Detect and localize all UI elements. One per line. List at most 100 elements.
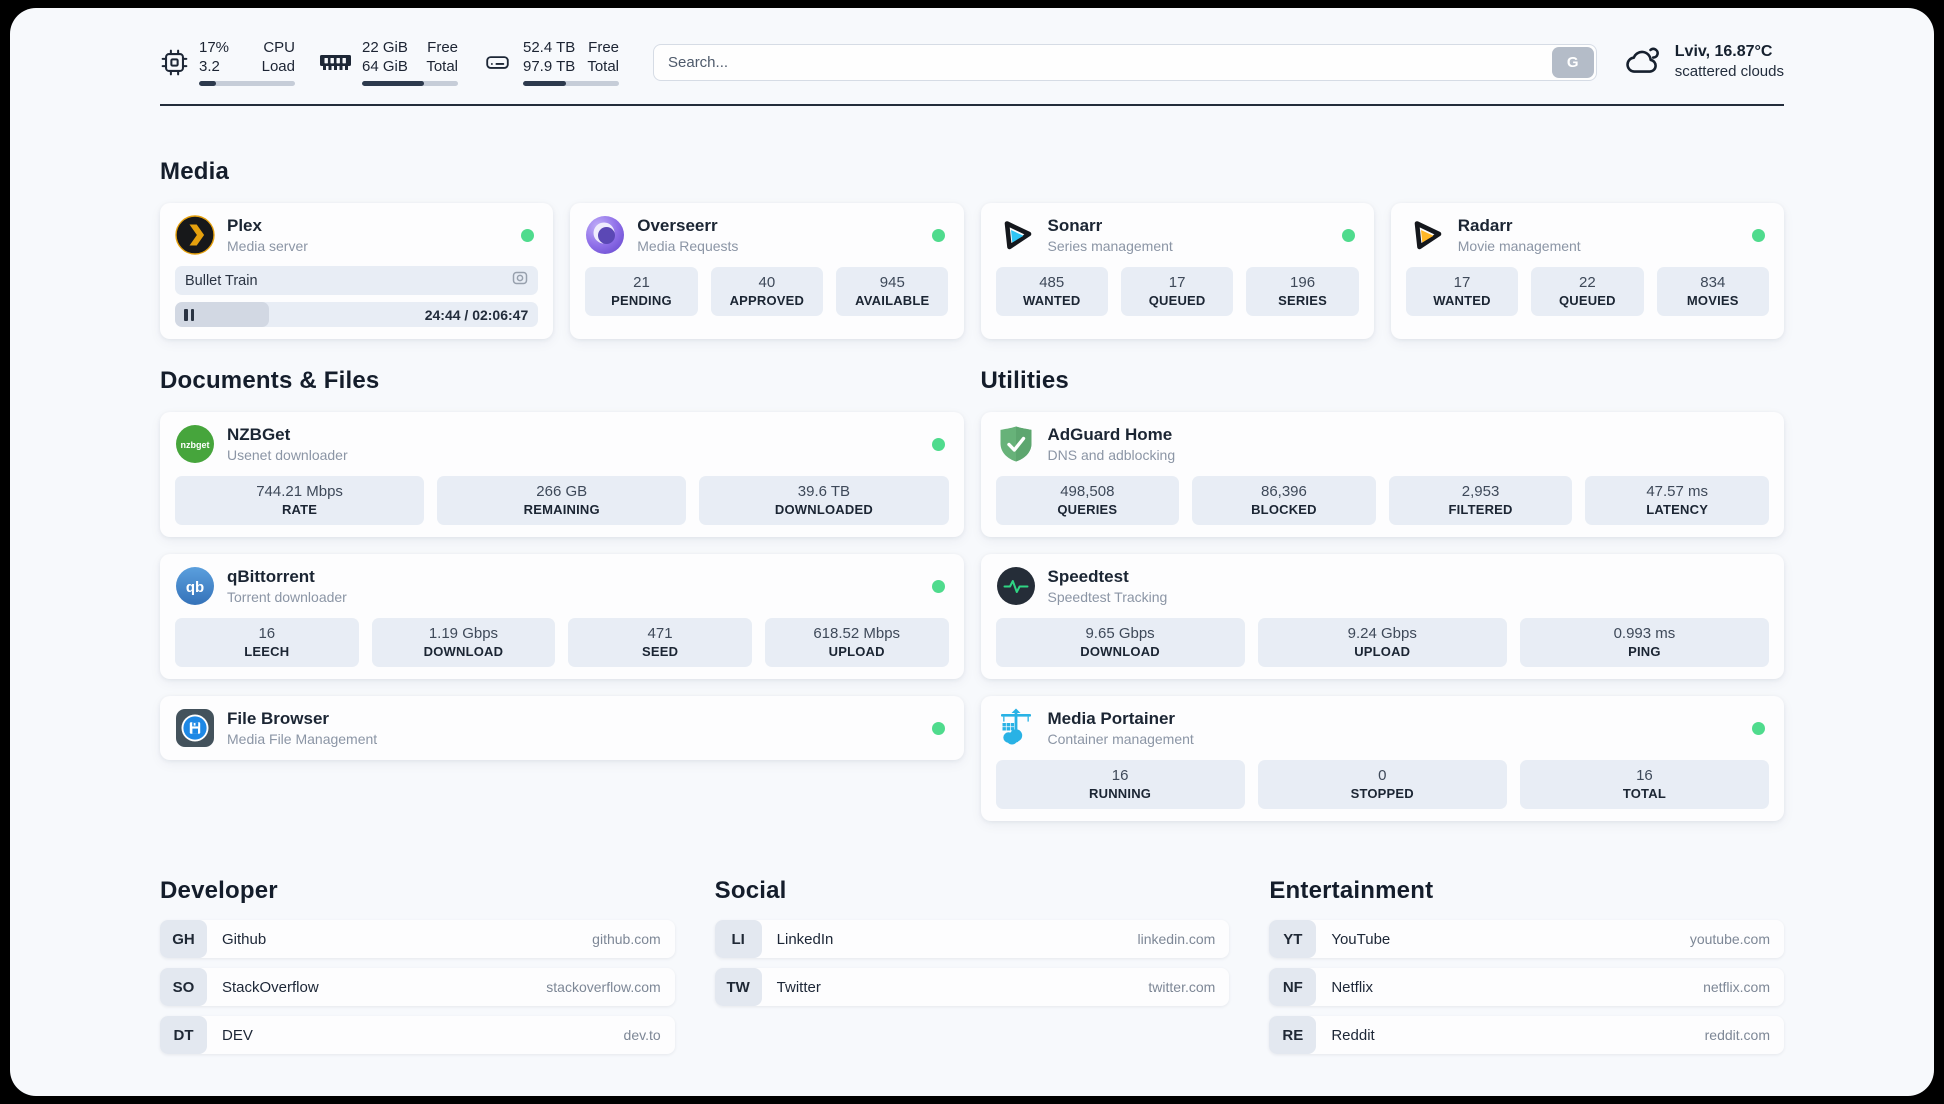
stat-pill: 196 SERIES [1246, 267, 1359, 316]
app-name: Sonarr [1047, 216, 1103, 235]
disk-stat: 52.4 TB 97.9 TB Free Total [482, 38, 619, 86]
link-name: DEV [222, 1026, 253, 1044]
section-utilities: Utilities AdGuard Home DNS and adblockin… [980, 367, 1784, 821]
stat-pill: 498,508 QUERIES [995, 476, 1180, 525]
svg-text:qb: qb [186, 579, 204, 596]
stat-pill: 485 WANTED [995, 267, 1108, 316]
ram-free: 22 GiB [362, 39, 408, 56]
status-dot-online [1752, 228, 1765, 242]
app-card-qbittorrent[interactable]: qb qBittorrent Torrent downloader 16 LEEC… [160, 554, 964, 679]
search-engine-button[interactable]: G [1551, 46, 1594, 78]
nzbget-icon: nzbget [175, 424, 215, 464]
cpu-icon [160, 48, 189, 77]
app-name: Media Portainer [1047, 709, 1176, 728]
link-url: linkedin.com [1137, 931, 1216, 947]
link-tag: SO [160, 968, 207, 1006]
app-card-sonarr[interactable]: Sonarr Series management 485 WANTED 17 QUE… [980, 203, 1374, 339]
link-name: Twitter [776, 978, 821, 996]
app-name: qBittorrent [227, 567, 315, 586]
app-subtitle: Speedtest Tracking [1047, 589, 1168, 605]
stat-pill: 17 QUEUED [1120, 267, 1234, 316]
ram-progress-track [362, 81, 458, 86]
link-dev[interactable]: DT DEV dev.to [160, 1016, 675, 1054]
disk-label-1: Free [588, 39, 619, 56]
app-name: Speedtest [1047, 567, 1129, 586]
player-progress-row: 24:44 / 02:06:47 [175, 302, 539, 327]
speedtest-icon [996, 566, 1036, 606]
app-card-adguard[interactable]: AdGuard Home DNS and adblocking 498,508 Q… [980, 412, 1784, 537]
pause-icon[interactable] [184, 308, 194, 321]
cpu-label-2: Load [261, 58, 295, 75]
link-url: dev.to [623, 1027, 661, 1043]
ram-label-2: Total [426, 58, 458, 75]
stat-pill: 2,953 FILTERED [1388, 476, 1573, 525]
app-card-speedtest[interactable]: Speedtest Speedtest Tracking 9.65 Gbps DO… [980, 554, 1784, 679]
app-card-filebrowser[interactable]: File Browser Media File Management [160, 696, 964, 760]
filebrowser-icon [175, 708, 215, 748]
link-url: stackoverflow.com [546, 979, 661, 995]
svg-text:nzbget: nzbget [181, 440, 210, 450]
app-name: Overseerr [637, 216, 718, 235]
link-linkedin[interactable]: LI LinkedIn linkedin.com [714, 920, 1230, 958]
app-name: AdGuard Home [1047, 425, 1173, 444]
stat-pill: 16 LEECH [175, 618, 359, 667]
stat-pill: 9.24 Gbps UPLOAD [1257, 618, 1507, 667]
cpu-label-1: CPU [263, 39, 295, 56]
link-reddit[interactable]: RE Reddit reddit.com [1269, 1016, 1784, 1054]
link-name: Github [222, 930, 267, 948]
link-url: twitter.com [1148, 979, 1216, 995]
app-subtitle: Usenet downloader [227, 447, 348, 463]
portainer-icon [996, 708, 1036, 748]
app-subtitle: Torrent downloader [227, 589, 347, 605]
link-url: youtube.com [1689, 931, 1770, 947]
link-netflix[interactable]: NF Netflix netflix.com [1269, 968, 1784, 1006]
cpu-progress-fill [199, 81, 217, 86]
disk-progress-fill [523, 81, 567, 86]
ram-total: 64 GiB [362, 58, 408, 75]
status-dot-online [931, 228, 945, 242]
link-name: LinkedIn [776, 930, 834, 948]
link-tag: LI [714, 920, 762, 958]
app-card-portainer[interactable]: Media Portainer Container management 16 R… [980, 696, 1784, 821]
stat-pill: 9.65 Gbps DOWNLOAD [995, 618, 1245, 667]
link-name: YouTube [1331, 930, 1391, 948]
link-name: Netflix [1331, 978, 1374, 996]
stat-pill: 16 RUNNING [995, 760, 1245, 809]
link-stackoverflow[interactable]: SO StackOverflow stackoverflow.com [160, 968, 675, 1006]
disk-label-2: Total [587, 58, 619, 75]
app-card-plex[interactable]: Plex Media server Bullet Train 24:44 / 0… [160, 203, 554, 339]
app-name: NZBGet [227, 425, 291, 444]
stat-pill: 86,396 BLOCKED [1192, 476, 1376, 525]
link-tag: YT [1269, 920, 1317, 958]
stat-pill: 618.52 Mbps UPLOAD [764, 618, 949, 667]
app-name: Plex [227, 216, 262, 235]
app-card-nzbget[interactable]: nzbget NZBGet Usenet downloader 744.21 M… [160, 412, 964, 537]
disk-total: 97.9 TB [523, 58, 576, 75]
search-input[interactable] [653, 43, 1597, 81]
link-github[interactable]: GH Github github.com [160, 920, 675, 958]
section-media: Media Plex Media server Bullet Train 24:… [160, 158, 1784, 339]
ram-label-1: Free [427, 39, 458, 56]
ram-icon [319, 51, 352, 73]
dashboard-panel: 17% 3.2 CPU Load 22 GiB 64 GiB Free Tota… [10, 8, 1934, 1096]
link-tag: RE [1269, 1016, 1317, 1054]
app-card-radarr[interactable]: Radarr Movie management 17 WANTED 22 QUEUE… [1390, 203, 1784, 339]
status-dot-online [931, 721, 945, 735]
app-card-overseerr[interactable]: Overseerr Media Requests 21 PENDING 40 APP… [570, 203, 964, 339]
stat-pill: 0.993 ms PING [1519, 618, 1769, 667]
section-entertainment: Entertainment YT YouTube youtube.com NF … [1269, 877, 1784, 1054]
weather-widget: Lviv, 16.87°C scattered clouds [1625, 42, 1784, 82]
link-youtube[interactable]: YT YouTube youtube.com [1269, 920, 1784, 958]
cpu-load: 3.2 [199, 58, 220, 75]
open-player-modal-icon[interactable] [512, 270, 528, 291]
stat-pill: 834 MOVIES [1656, 267, 1769, 316]
status-dot-online [931, 579, 945, 593]
stat-pill: 0 STOPPED [1257, 760, 1507, 809]
section-social: Social LI LinkedIn linkedin.com TW Twitt… [714, 877, 1230, 1054]
section-title-developer: Developer [160, 877, 278, 904]
app-subtitle: Media server [227, 238, 308, 254]
link-twitter[interactable]: TW Twitter twitter.com [714, 968, 1230, 1006]
section-developer: Developer GH Github github.com SO StackO… [160, 877, 675, 1054]
stat-pill: 47.57 ms LATENCY [1585, 476, 1769, 525]
stat-pill: 1.19 Gbps DOWNLOAD [371, 618, 556, 667]
